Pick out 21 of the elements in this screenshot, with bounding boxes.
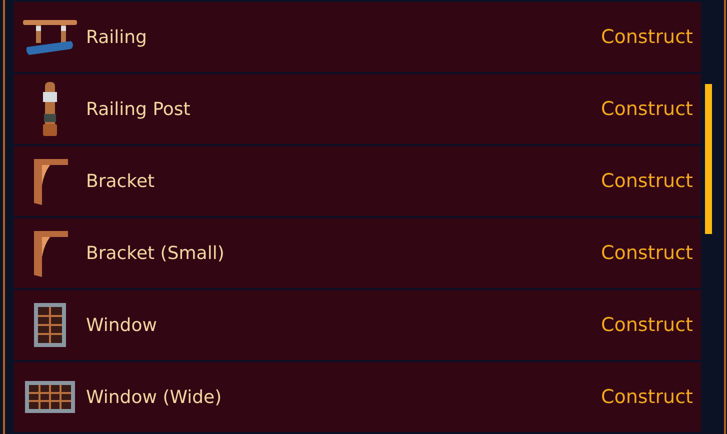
- item-name: Bracket: [86, 170, 156, 192]
- item-name: Window: [86, 314, 158, 336]
- recipe-row[interactable]: Window (Wide) Construct: [14, 362, 701, 432]
- recipe-row[interactable]: Bracket (Small) Construct: [14, 218, 701, 288]
- railing-icon: [21, 17, 79, 57]
- construct-button[interactable]: Construct: [600, 22, 693, 52]
- construct-button[interactable]: Construct: [600, 310, 693, 340]
- scrollbar-thumb[interactable]: [705, 84, 712, 234]
- construct-button[interactable]: Construct: [600, 382, 693, 412]
- construct-button[interactable]: Construct: [600, 166, 693, 196]
- recipe-row[interactable]: Bracket Construct: [14, 146, 701, 216]
- item-name: Bracket (Small): [86, 242, 226, 264]
- item-name: Window (Wide): [86, 386, 223, 408]
- construct-button[interactable]: Construct: [600, 238, 693, 268]
- recipe-row[interactable]: Railing Post Construct: [14, 74, 701, 144]
- item-name: Railing Post: [86, 98, 192, 120]
- construct-button[interactable]: Construct: [600, 94, 693, 124]
- recipe-row[interactable]: Window Construct: [14, 290, 701, 360]
- post-icon: [40, 80, 60, 138]
- recipe-row[interactable]: Railing Construct: [14, 2, 701, 72]
- item-name: Railing: [86, 26, 148, 48]
